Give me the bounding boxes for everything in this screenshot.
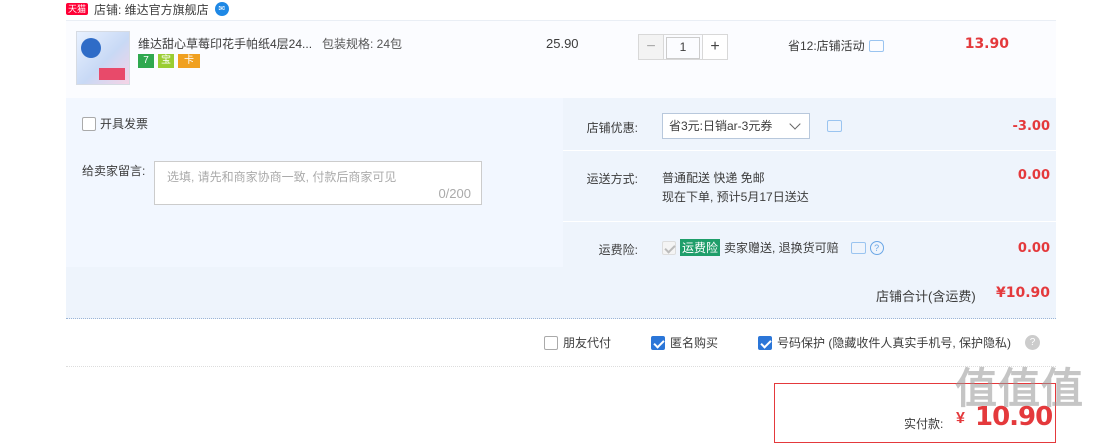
- shop-discount-label: 店铺优惠:: [586, 121, 638, 135]
- seller-message-input[interactable]: 选填, 请先和商家协商一致, 付款后商家可见 0/200: [154, 161, 482, 205]
- card-icon[interactable]: 卡: [178, 54, 200, 68]
- increase-button[interactable]: +: [702, 34, 728, 60]
- guarantee-icon[interactable]: 宝: [158, 54, 174, 68]
- shipping-info: 普通配送 快递 免邮 现在下单, 预计5月17日送达: [662, 169, 809, 207]
- product-title-link[interactable]: 维达甜心草莓印花手帕纸4层24...: [138, 35, 318, 52]
- divider: [66, 366, 1056, 367]
- item-subtotal: 13.90: [964, 36, 1009, 52]
- divider: [563, 150, 1056, 151]
- comment-icon[interactable]: [868, 39, 884, 52]
- shop-discount-amount: -3.00: [1012, 119, 1050, 134]
- number-protection-checkbox[interactable]: [758, 335, 773, 350]
- quantity-input[interactable]: 1: [666, 37, 700, 59]
- savings-text: 省12:店铺活动: [788, 39, 865, 53]
- comment-icon[interactable]: [850, 241, 866, 254]
- anonymous-checkbox[interactable]: [651, 335, 666, 350]
- message-label: 给卖家留言:: [82, 164, 146, 178]
- friend-pay-checkbox[interactable]: [544, 335, 558, 350]
- shop-header: 天猫 店铺: 维达官方旗舰店 ✉: [66, 0, 229, 18]
- unit-price: 25.90: [546, 36, 579, 51]
- number-protection-label: 号码保护 (隐藏收件人真实手机号, 保护隐私): [777, 336, 1012, 350]
- friend-pay-option[interactable]: 朋友代付: [544, 334, 611, 351]
- invoice-label: 开具发票: [100, 117, 149, 131]
- decrease-button[interactable]: −: [638, 34, 664, 60]
- order-item-row: 维达甜心草莓印花手帕纸4层24... 包装规格: 24包 7 宝 卡 25.90…: [66, 20, 1056, 99]
- shipping-amount: 0.00: [1017, 168, 1050, 183]
- service-badges: 7 宝 卡: [138, 54, 200, 68]
- payment-label: 实付款:: [904, 417, 944, 431]
- insurance-text: 卖家赠送, 退换货可赔: [724, 241, 839, 255]
- number-protection-option[interactable]: 号码保护 (隐藏收件人真实手机号, 保护隐私): [758, 334, 1011, 351]
- watermark-logo: 值值值: [955, 365, 1085, 412]
- seven-day-return-icon[interactable]: 7: [138, 54, 154, 68]
- shop-name-link[interactable]: 店铺: 维达官方旗舰店: [94, 1, 209, 18]
- quantity-stepper: − 1 +: [638, 34, 728, 60]
- comment-icon[interactable]: [827, 120, 842, 132]
- help-icon[interactable]: ?: [869, 240, 884, 255]
- shipping-method: 普通配送 快递 免邮: [662, 171, 765, 185]
- savings-info: 省12:店铺活动: [788, 37, 884, 54]
- order-flags: 朋友代付 匿名购买 号码保护 (隐藏收件人真实手机号, 保护隐私) ?: [544, 334, 1041, 351]
- insurance-checkbox: [662, 240, 676, 255]
- shop-discount-select[interactable]: 省3元:日销ar-3元券: [662, 113, 810, 139]
- anonymous-label: 匿名购买: [670, 336, 719, 350]
- product-thumbnail[interactable]: [76, 31, 130, 85]
- shop-total-amount: ¥10.90: [995, 285, 1050, 301]
- product-spec: 包装规格: 24包: [322, 37, 403, 51]
- insurance-info: 运费险 卖家赠送, 退换货可赔 ?: [662, 239, 884, 256]
- chat-icon[interactable]: ✉: [214, 2, 229, 16]
- invoice-checkbox[interactable]: [82, 116, 96, 131]
- message-placeholder: 选填, 请先和商家协商一致, 付款后商家可见: [167, 170, 397, 184]
- help-icon[interactable]: ?: [1025, 335, 1041, 350]
- anonymous-option[interactable]: 匿名购买: [651, 334, 718, 351]
- shop-discount-value: 省3元:日销ar-3元券: [669, 119, 773, 133]
- message-char-count: 0/200: [438, 186, 471, 201]
- shop-total-label: 店铺合计(含运费): [876, 289, 976, 304]
- invoice-option[interactable]: 开具发票: [82, 115, 148, 132]
- insurance-tag: 运费险: [680, 239, 721, 256]
- insurance-amount: 0.00: [1017, 241, 1050, 256]
- insurance-label: 运费险:: [598, 243, 638, 257]
- shipping-label: 运送方式:: [586, 172, 638, 186]
- divider: [563, 221, 1056, 222]
- friend-pay-label: 朋友代付: [563, 336, 612, 350]
- chevron-down-icon: [789, 118, 801, 130]
- shipping-eta: 现在下单, 预计5月17日送达: [662, 190, 809, 204]
- tmall-badge: 天猫: [66, 3, 89, 15]
